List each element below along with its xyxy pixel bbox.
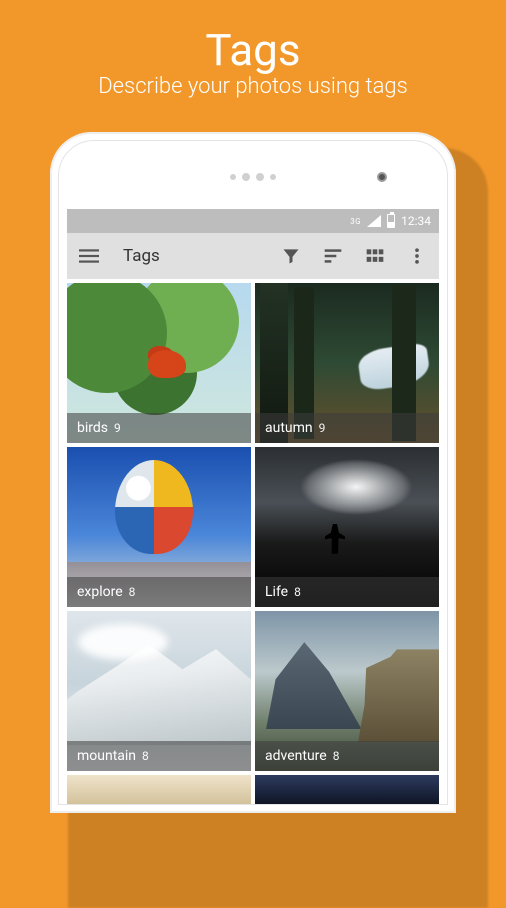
tag-tile-life[interactable]: Life 8: [255, 447, 439, 607]
tag-count: 8: [142, 749, 149, 763]
phone-frame: 3G 12:34 Tags: [50, 132, 456, 813]
phone-speaker-area: [59, 159, 447, 195]
tag-count: 8: [129, 585, 136, 599]
tag-tile-partial[interactable]: [67, 775, 251, 804]
menu-icon[interactable]: [77, 244, 101, 268]
grid-view-icon[interactable]: [363, 244, 387, 268]
tag-count: 9: [319, 421, 326, 435]
tags-grid: birds 9 autumn 9 explore 8: [67, 279, 439, 804]
promo-subtitle: Describe your photos using tags: [0, 74, 506, 99]
tag-tile-adventure[interactable]: adventure 8: [255, 611, 439, 771]
filter-icon[interactable]: [279, 244, 303, 268]
tag-label: explore 8: [67, 577, 251, 607]
tag-tile-autumn[interactable]: autumn 9: [255, 283, 439, 443]
tag-name: birds: [77, 420, 108, 436]
screen: 3G 12:34 Tags: [67, 209, 439, 804]
tag-tile-partial[interactable]: [255, 775, 439, 804]
tag-thumbnail: [67, 775, 251, 804]
tag-label: adventure 8: [255, 741, 439, 771]
promo-title: Tags: [0, 24, 506, 76]
tag-count: 8: [333, 749, 340, 763]
promo-header: Tags Describe your photos using tags: [0, 0, 506, 99]
signal-icon: [367, 215, 381, 227]
battery-icon: [387, 214, 395, 228]
status-bar: 3G 12:34: [67, 209, 439, 233]
tag-name: Life: [265, 584, 288, 600]
tag-tile-mountain[interactable]: mountain 8: [67, 611, 251, 771]
tag-tile-explore[interactable]: explore 8: [67, 447, 251, 607]
tag-name: adventure: [265, 748, 327, 764]
tag-label: autumn 9: [255, 413, 439, 443]
tag-thumbnail: [255, 775, 439, 804]
status-time: 12:34: [401, 214, 431, 228]
app-bar: Tags: [67, 233, 439, 279]
tag-count: 9: [114, 421, 121, 435]
phone-camera-icon: [377, 172, 387, 182]
tag-label: mountain 8: [67, 741, 251, 771]
app-bar-title: Tags: [123, 246, 261, 266]
sort-icon[interactable]: [321, 244, 345, 268]
tag-label: birds 9: [67, 413, 251, 443]
tag-name: mountain: [77, 748, 136, 764]
tag-label: Life 8: [255, 577, 439, 607]
tag-name: explore: [77, 584, 123, 600]
network-label: 3G: [350, 217, 361, 226]
overflow-menu-icon[interactable]: [405, 244, 429, 268]
tag-tile-birds[interactable]: birds 9: [67, 283, 251, 443]
tag-name: autumn: [265, 420, 313, 436]
tag-count: 8: [294, 585, 301, 599]
